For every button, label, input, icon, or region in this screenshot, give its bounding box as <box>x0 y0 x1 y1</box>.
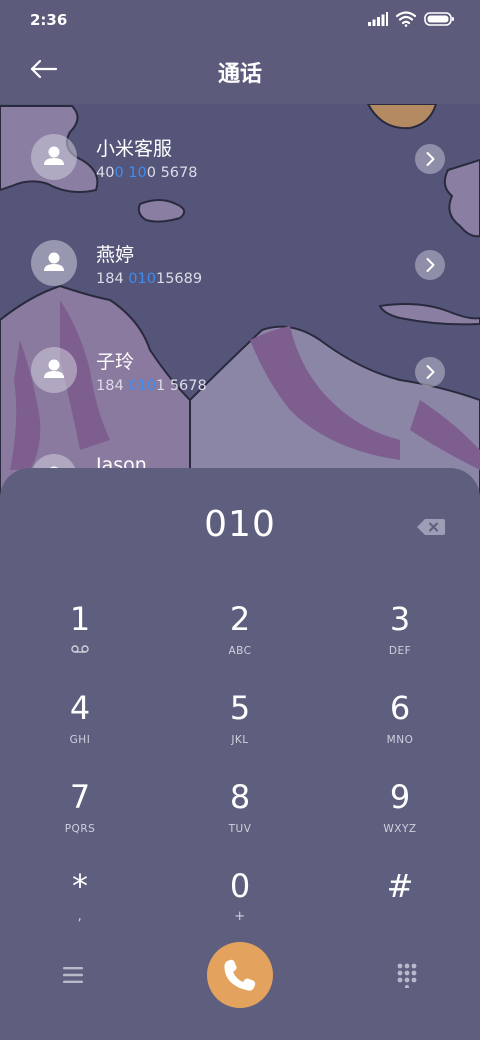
key-digit: 6 <box>389 689 411 727</box>
contact-detail-button[interactable] <box>415 144 445 174</box>
keypad-toggle-button[interactable] <box>395 962 421 989</box>
key-letters: JKL <box>231 734 249 746</box>
keypad-grid-icon <box>397 963 417 989</box>
contact-number: 400 100 5678 <box>96 165 198 181</box>
person-icon <box>44 252 64 271</box>
key-letters: GHI <box>69 734 91 746</box>
key-star[interactable]: * , <box>20 861 140 941</box>
contact-row[interactable]: 燕婷 184 01015689 <box>0 210 480 316</box>
key-hash[interactable]: # <box>340 861 460 941</box>
contact-list: 小米客服 400 100 5678 燕婷 184 01015689 子玲 184… <box>0 104 480 470</box>
battery-icon <box>424 12 454 26</box>
contact-row[interactable]: Jason <box>0 424 480 470</box>
header-bar: 通话 <box>0 40 480 104</box>
menu-button[interactable] <box>60 962 86 988</box>
key-digit: # <box>386 867 414 905</box>
key-7[interactable]: 7 PQRS <box>20 772 140 852</box>
call-button[interactable] <box>207 942 273 1008</box>
wifi-icon <box>396 11 416 27</box>
contact-row[interactable]: 小米客服 400 100 5678 <box>0 104 480 210</box>
status-bar: 2:36 <box>0 0 480 40</box>
key-digit: 2 <box>229 600 251 638</box>
person-icon <box>44 146 64 165</box>
key-digit: 1 <box>69 600 91 638</box>
avatar <box>31 240 77 286</box>
contact-name: 燕婷 <box>96 244 135 266</box>
key-letters: TUV <box>228 823 252 835</box>
person-icon <box>44 359 64 378</box>
key-1[interactable]: 1 <box>20 594 140 674</box>
contact-number: 184 0101 5678 <box>96 378 207 394</box>
key-digit: 4 <box>69 689 91 727</box>
key-9[interactable]: 9 WXYZ <box>340 772 460 852</box>
key-digit: 5 <box>229 689 251 727</box>
menu-icon <box>63 967 83 983</box>
avatar <box>31 134 77 180</box>
contact-detail-button[interactable] <box>415 250 445 280</box>
key-letters: PQRS <box>64 823 96 835</box>
chevron-right-icon <box>426 152 435 166</box>
key-6[interactable]: 6 MNO <box>340 683 460 763</box>
dial-number-display[interactable]: 010 <box>80 504 400 545</box>
contact-name: 子玲 <box>96 351 135 373</box>
status-time: 2:36 <box>30 11 68 29</box>
key-digit: 9 <box>389 778 411 816</box>
key-2[interactable]: 2 ABC <box>180 594 300 674</box>
key-letters: ABC <box>228 645 252 657</box>
dialer-panel: 010 1 2 ABC 3 DEF 4 GHI 5 JKL 6 MNO 7 PQ… <box>0 468 480 1040</box>
key-5[interactable]: 5 JKL <box>180 683 300 763</box>
backspace-button[interactable] <box>416 517 446 537</box>
signal-icon <box>368 12 388 26</box>
key-3[interactable]: 3 DEF <box>340 594 460 674</box>
key-letters: + <box>234 909 246 924</box>
key-letters: DEF <box>388 645 412 657</box>
key-8[interactable]: 8 TUV <box>180 772 300 852</box>
key-digit: 7 <box>69 778 91 816</box>
key-digit: 8 <box>229 778 251 816</box>
key-0[interactable]: 0 + <box>180 861 300 941</box>
chevron-right-icon <box>426 365 435 379</box>
page-title: 通话 <box>217 62 262 87</box>
contact-row[interactable]: 子玲 184 0101 5678 <box>0 317 480 423</box>
key-letters: , <box>77 909 83 924</box>
key-digit: 3 <box>389 600 411 638</box>
key-4[interactable]: 4 GHI <box>20 683 140 763</box>
chevron-right-icon <box>426 258 435 272</box>
backspace-icon <box>417 519 445 535</box>
key-digit: 0 <box>229 867 251 905</box>
contact-name: 小米客服 <box>96 138 173 160</box>
avatar <box>31 347 77 393</box>
key-letters: WXYZ <box>383 823 417 835</box>
phone-icon <box>224 959 256 991</box>
contact-detail-button[interactable] <box>415 357 445 387</box>
voicemail-icon <box>71 645 89 653</box>
key-digit: * <box>72 867 88 905</box>
key-letters: MNO <box>386 734 414 746</box>
status-icons <box>368 11 454 27</box>
contact-number: 184 01015689 <box>96 271 203 287</box>
